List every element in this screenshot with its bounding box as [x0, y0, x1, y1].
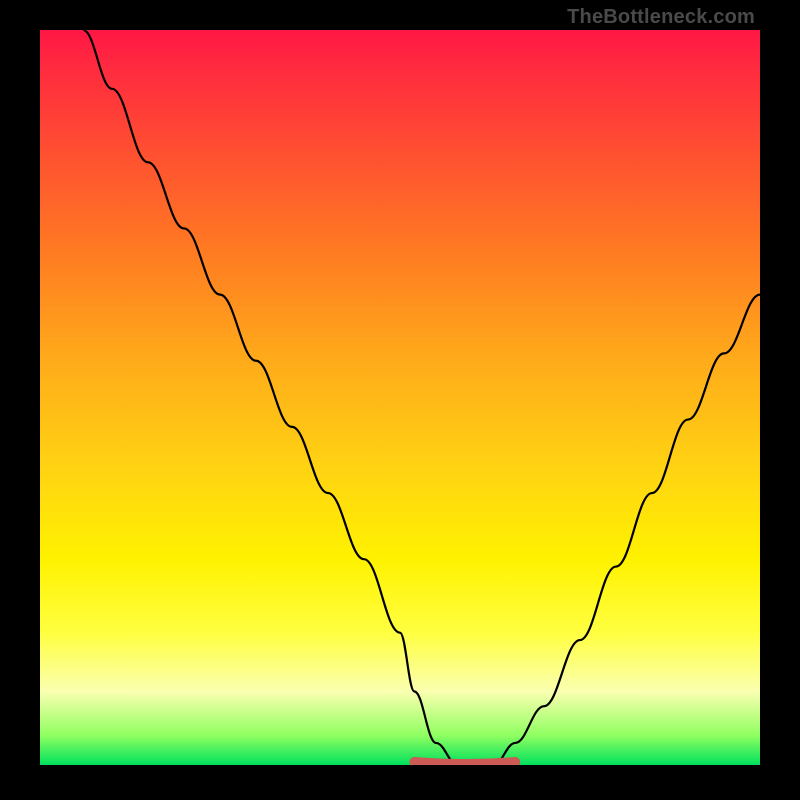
chart-frame: TheBottleneck.com: [0, 0, 800, 800]
chart-plot-area: [40, 30, 760, 765]
chart-svg: [40, 30, 760, 765]
flat-segment-marker: [414, 762, 515, 764]
watermark-text: TheBottleneck.com: [567, 6, 755, 29]
gradient-background: [40, 30, 760, 765]
